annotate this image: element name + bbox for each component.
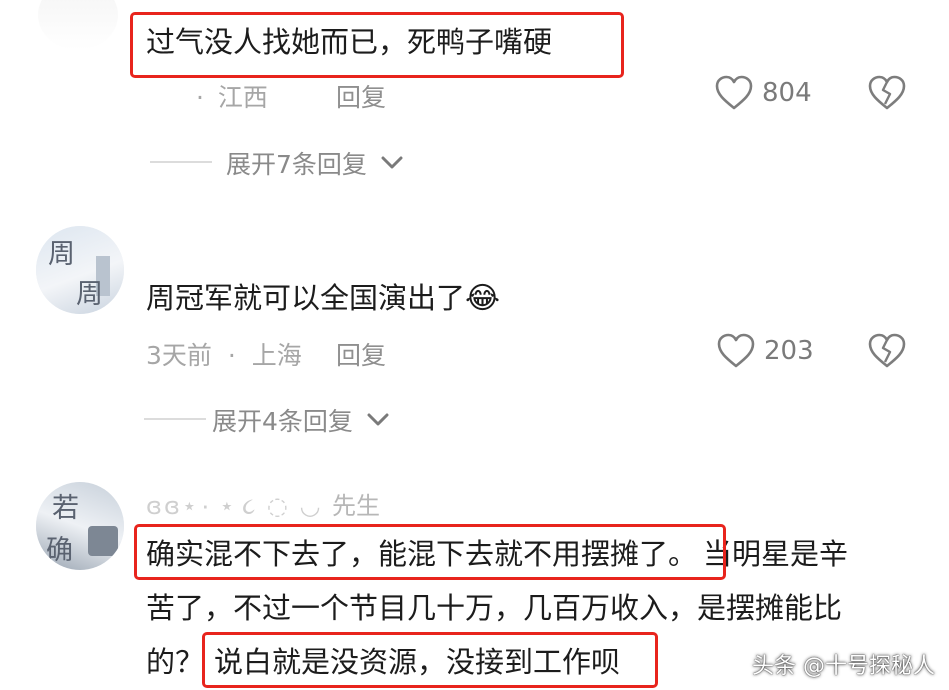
comment-text: 周冠军就可以全国演出了😂	[146, 280, 500, 317]
expand-replies-button[interactable]: 展开4条回复	[144, 402, 404, 436]
comment-meta: 3天前 · 上海	[146, 336, 302, 372]
reply-button[interactable]: 回复	[336, 78, 386, 114]
comment-text-line: 苦了，不过一个节目几十万，几百万收入，是摆摊能比	[146, 591, 843, 625]
meta-separator: ·	[227, 341, 236, 370]
avatar-char: 周	[48, 239, 75, 270]
chevron-down-icon	[367, 413, 389, 426]
comment-location: 江西	[217, 83, 268, 112]
reply-button[interactable]: 回复	[336, 336, 386, 372]
divider-line	[150, 161, 212, 163]
avatar-char: 若	[52, 493, 79, 524]
username-text: 先生	[332, 492, 381, 520]
broken-heart-icon	[868, 333, 906, 368]
expand-replies-button[interactable]: 展开7条回复	[150, 145, 410, 179]
laughing-emoji-icon: 😂	[465, 281, 501, 316]
watermark: 头条 @十号探秘人	[752, 654, 935, 679]
highlight-box	[202, 632, 658, 688]
chevron-down-icon	[381, 156, 403, 169]
comment-time: 3天前	[146, 341, 212, 370]
like-count: 203	[764, 336, 814, 366]
expand-replies-label: 展开7条回复	[226, 150, 367, 179]
heart-outline-icon	[715, 75, 753, 110]
comment-meta: · 江西	[196, 78, 268, 114]
comment-text-plain: 的？	[146, 645, 205, 679]
dislike-button[interactable]	[866, 332, 908, 372]
avatar-char: 周	[76, 279, 103, 310]
highlight-box	[130, 12, 624, 78]
divider-line	[144, 418, 206, 420]
avatar[interactable]	[38, 0, 118, 50]
comment-text-content: 周冠军就可以全国演出了	[146, 281, 466, 315]
expand-replies-label: 展开4条回复	[212, 407, 353, 436]
heart-outline-icon	[717, 333, 755, 368]
dislike-button[interactable]	[866, 74, 908, 114]
broken-heart-icon	[868, 75, 906, 110]
comment-location: 上海	[251, 341, 302, 370]
highlight-box	[134, 524, 726, 580]
like-count: 804	[762, 78, 812, 108]
avatar-char: 确	[46, 535, 73, 566]
like-button[interactable]: 203	[716, 332, 826, 372]
avatar[interactable]: 周 周	[36, 226, 124, 314]
username-emoji-icon: ɞɞ⋆۰ ⋆⁠ ⁠૮ ◌ ◡	[146, 492, 333, 520]
like-button[interactable]: 804	[714, 74, 824, 114]
avatar[interactable]: 若 确	[36, 482, 124, 570]
meta-separator: ·	[196, 83, 204, 112]
username[interactable]: ɞɞ⋆۰ ⋆⁠ ⁠૮ ◌ ◡ 先生	[146, 486, 380, 521]
